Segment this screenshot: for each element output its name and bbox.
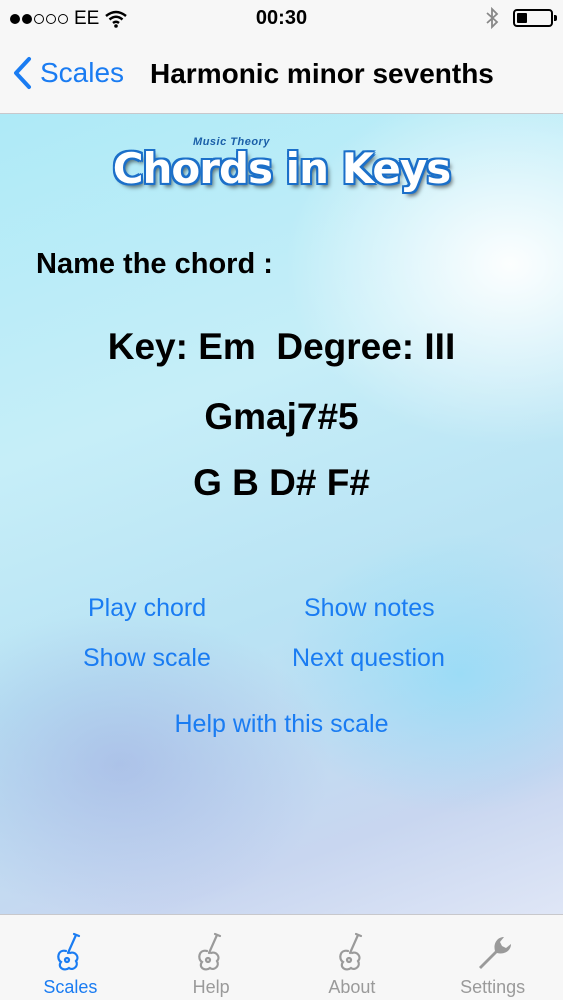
back-button-label: Scales: [40, 57, 125, 88]
tab-label: Scales: [43, 977, 98, 997]
tab-label: Settings: [460, 977, 526, 997]
next-question-button[interactable]: Next question: [292, 644, 445, 673]
main-content: Music Theory Chords in Keys Name the cho…: [0, 114, 563, 914]
tab-settings[interactable]: Settings: [422, 915, 563, 1000]
show-notes-button[interactable]: Show notes: [304, 594, 435, 623]
chord-notes-label: G B D# F#: [193, 462, 370, 503]
key-degree-label: Key: Em Degree: III: [107, 326, 456, 367]
guitar-icon: [339, 932, 362, 971]
tab-label: Help: [192, 977, 230, 997]
show-scale-button[interactable]: Show scale: [83, 644, 211, 673]
app-logo: Music Theory Chords in Keys: [0, 136, 563, 193]
guitar-icon: [198, 932, 222, 971]
chevron-left-icon: [14, 57, 31, 89]
bluetooth-icon: [486, 7, 499, 29]
status-bar: EE 00:30: [0, 0, 563, 38]
question-prompt: Name the chord :: [36, 248, 273, 280]
tab-about[interactable]: About: [282, 915, 423, 1000]
tab-help[interactable]: Help: [141, 915, 282, 1000]
guitar-icon: [57, 932, 81, 971]
battery-icon: [513, 9, 557, 27]
play-chord-button[interactable]: Play chord: [88, 594, 206, 623]
status-time: 00:30: [255, 7, 308, 29]
page-title: Harmonic minor sevenths: [150, 58, 494, 89]
back-button[interactable]: Scales: [12, 56, 124, 90]
wrench-icon: [478, 937, 511, 969]
status-right: [485, 7, 557, 29]
tab-scales[interactable]: Scales: [0, 915, 141, 1000]
navigation-bar: Scales Harmonic minor sevenths: [0, 38, 563, 114]
tab-label: About: [328, 977, 376, 997]
chord-name-label: Gmaj7#5: [204, 396, 359, 437]
help-scale-button[interactable]: Help with this scale: [0, 710, 563, 739]
logo-title: Chords in Keys: [112, 144, 452, 193]
tab-bar: Scales Help About Settings: [0, 914, 563, 1000]
